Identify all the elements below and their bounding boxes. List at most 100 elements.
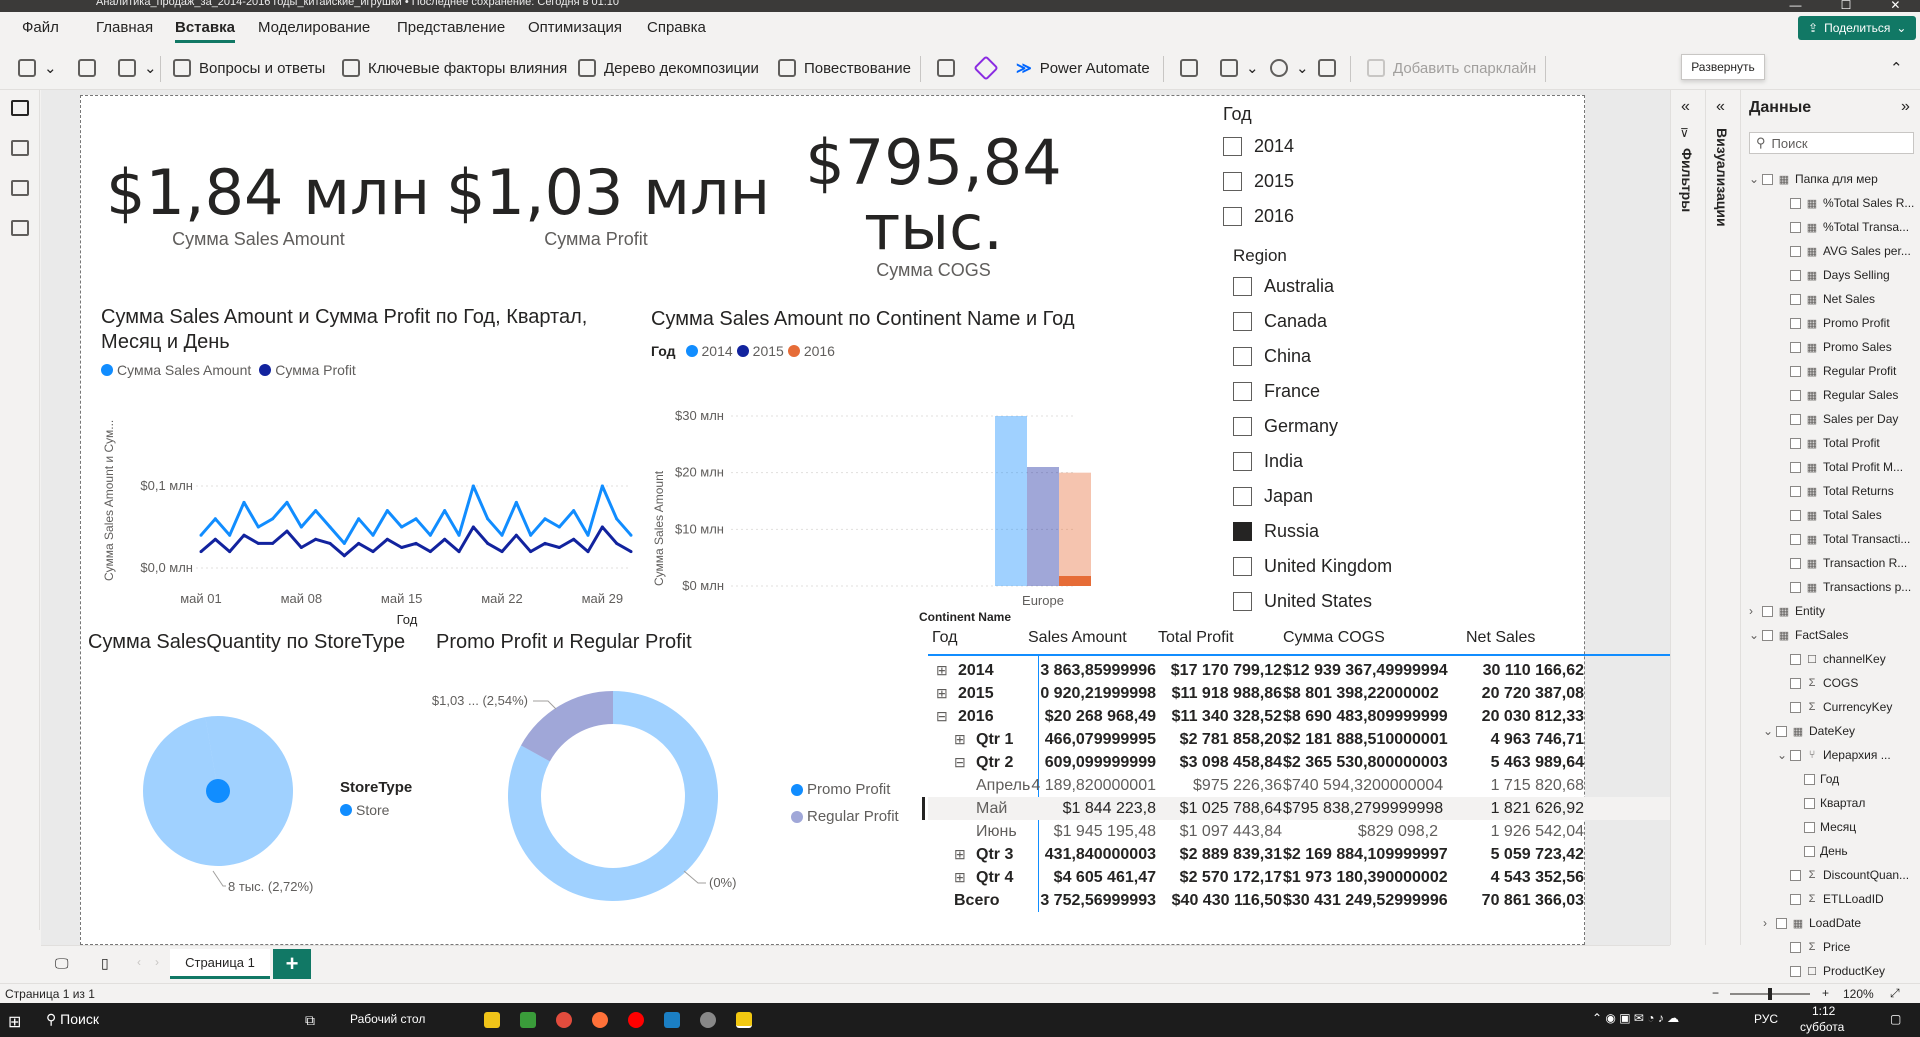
field-checkbox[interactable] (1790, 749, 1801, 761)
paginated-button[interactable] (937, 59, 955, 77)
explorer-icon[interactable] (484, 1012, 500, 1028)
language-indicator[interactable]: РУС (1754, 1012, 1778, 1026)
field-item[interactable]: ▦ %Total Transa... (1777, 220, 1909, 234)
firefox-icon[interactable] (592, 1012, 608, 1028)
desktop-layout-icon[interactable]: 🖵 (55, 955, 69, 972)
field-item[interactable]: ⌄ ▦ DateKey (1763, 724, 1855, 738)
tab-insert[interactable]: Вставка (175, 19, 235, 43)
matrix-row[interactable]: ⊟ Qtr 2 609,099999999 $3 098 458,84 $2 365 5… (928, 751, 1673, 774)
field-checkbox[interactable] (1804, 845, 1815, 857)
expand-toggle-icon[interactable]: ⊞ (936, 685, 948, 702)
field-checkbox[interactable] (1790, 221, 1801, 233)
field-item[interactable]: ▦ Total Returns (1777, 484, 1894, 498)
matrix-row[interactable]: ⊞ 2015 0 920,21999998 $11 918 988,86 $8 801 … (928, 682, 1673, 705)
narrative-button[interactable]: Повествование (778, 59, 911, 77)
new-visual-button[interactable]: ⌄ (18, 59, 57, 77)
expand-toggle-icon[interactable]: ⊞ (954, 731, 966, 748)
field-checkbox[interactable] (1790, 197, 1801, 209)
maximize-icon[interactable]: ☐ (1841, 0, 1852, 12)
matrix-row[interactable]: Май $1 844 223,8 $1 025 788,64 $795 838,279… (922, 797, 1673, 820)
expand-toggle-icon[interactable]: ⊞ (936, 662, 948, 679)
collapse-ribbon-icon[interactable]: ⌃ (1890, 59, 1903, 77)
slicer-region[interactable]: Region Australia Canada China France Germany… (1233, 246, 1463, 611)
field-item[interactable]: ▦ Sales per Day (1777, 412, 1898, 426)
tab-optimize[interactable]: Оптимизация (528, 19, 622, 36)
slicer-item[interactable]: Germany (1233, 416, 1338, 437)
matrix-row[interactable]: Июнь $1 945 195,48 $1 097 443,84 $829 098,2… (928, 820, 1673, 843)
slicer-item[interactable]: 2015 (1223, 171, 1294, 192)
field-item[interactable]: Год (1791, 772, 1839, 786)
field-checkbox[interactable] (1790, 869, 1801, 881)
expand-toggle-icon[interactable]: ⊞ (954, 846, 966, 863)
matrix-row[interactable]: ⊟ 2016 $20 268 968,49 $11 340 328,52 $8 690 … (928, 705, 1673, 728)
bar-chart-visual[interactable]: Сумма Sales Amount по Continent Name и Г… (651, 308, 1091, 626)
powerbi-icon[interactable] (736, 1012, 752, 1028)
field-checkbox[interactable] (1790, 893, 1801, 905)
expander-icon[interactable]: ⌄ (1749, 172, 1759, 186)
field-item[interactable]: ▦ Transaction R... (1777, 556, 1907, 570)
field-item[interactable]: ▦ Net Sales (1777, 292, 1875, 306)
field-item[interactable]: Σ Price (1777, 940, 1850, 954)
page-tab-1[interactable]: Страница 1 (170, 949, 270, 979)
table-view-icon[interactable] (11, 140, 29, 156)
field-item[interactable]: Месяц (1791, 820, 1856, 834)
field-checkbox[interactable] (1804, 797, 1815, 809)
field-checkbox[interactable] (1790, 269, 1801, 281)
visualizations-pane[interactable]: « Визуализации (1705, 90, 1739, 945)
field-item[interactable]: ▦ Total Profit M... (1777, 460, 1903, 474)
matrix-row[interactable]: ⊞ Qtr 3 431,840000003 $2 889 839,31 $2 169 8… (928, 843, 1673, 866)
checkbox[interactable] (1233, 312, 1252, 331)
expand-toggle-icon[interactable]: ⊟ (936, 708, 948, 725)
field-item[interactable]: ▦ Total Transacti... (1777, 532, 1910, 546)
close-icon[interactable]: ✕ (1890, 0, 1900, 12)
checkbox[interactable] (1233, 592, 1252, 611)
field-checkbox[interactable] (1790, 653, 1801, 665)
field-checkbox[interactable] (1790, 941, 1801, 953)
textbox-button[interactable] (1180, 59, 1198, 77)
zoom-out-button[interactable]: − (1712, 986, 1719, 1000)
powerapps-button[interactable] (973, 55, 999, 81)
tab-help[interactable]: Справка (647, 19, 706, 36)
yandex-icon[interactable] (628, 1012, 644, 1028)
slicer-item[interactable]: India (1233, 451, 1303, 472)
field-item[interactable]: ▦ Days Selling (1777, 268, 1890, 282)
power-automate-button[interactable]: ≫ Power Automate (1016, 59, 1150, 78)
slicer-item[interactable]: United Kingdom (1233, 556, 1392, 577)
chrome-icon[interactable] (556, 1012, 572, 1028)
field-item[interactable]: ▦ Total Profit (1777, 436, 1880, 450)
checkbox[interactable] (1223, 137, 1242, 156)
tab-home[interactable]: Главная (96, 19, 153, 36)
expander-icon[interactable]: › (1749, 604, 1757, 618)
tray-icons[interactable]: ⌃ ◉ ▣ ✉ ◔ ♪ ☁ (1592, 1011, 1679, 1025)
matrix-row[interactable]: ⊞ 2014 3 863,85999996 $17 170 799,12 $12 939… (928, 659, 1673, 682)
field-item[interactable]: ▦ Promo Sales (1777, 340, 1892, 354)
field-item[interactable]: › ▦ Entity (1749, 604, 1825, 618)
taskbar-search[interactable]: ⚲ Поиск (46, 1011, 99, 1028)
field-checkbox[interactable] (1790, 677, 1801, 689)
checkbox[interactable] (1233, 487, 1252, 506)
checkbox[interactable] (1233, 417, 1252, 436)
field-checkbox[interactable] (1762, 173, 1773, 185)
report-view-icon[interactable] (11, 100, 29, 116)
dax-query-icon[interactable] (11, 220, 29, 236)
field-item[interactable]: День (1791, 844, 1848, 858)
checkbox[interactable] (1223, 207, 1242, 226)
field-checkbox[interactable] (1790, 509, 1801, 521)
prev-page-icon[interactable]: ‹ (137, 955, 141, 969)
kpi-card-sales[interactable]: $1,84 млн Сумма Sales Amount (106, 156, 430, 250)
field-checkbox[interactable] (1790, 461, 1801, 473)
chart-button[interactable] (78, 59, 96, 77)
pie-chart-visual[interactable]: Сумма SalesQuantity по StoreType 8 тыс. … (88, 631, 428, 931)
field-item[interactable]: ▦ Regular Sales (1777, 388, 1898, 402)
clock-day[interactable]: суббота (1800, 1020, 1844, 1034)
slicer-item[interactable]: China (1233, 346, 1311, 367)
slicer-item[interactable]: Canada (1233, 311, 1327, 332)
zoom-in-button[interactable]: + (1822, 986, 1829, 1000)
checkbox[interactable] (1233, 382, 1252, 401)
fit-page-icon[interactable]: ⤢ (1890, 986, 1900, 1001)
data-pane[interactable]: Данные » ⚲ Поиск ⌄ ▦ Папка для мер ▦ %Total … (1740, 90, 1920, 978)
collapse-viz-icon[interactable]: « (1716, 98, 1725, 116)
app-icon[interactable] (700, 1012, 716, 1028)
notifications-icon[interactable]: ▢ (1890, 1012, 1901, 1026)
expand-toggle-icon[interactable]: ⊟ (954, 754, 966, 771)
